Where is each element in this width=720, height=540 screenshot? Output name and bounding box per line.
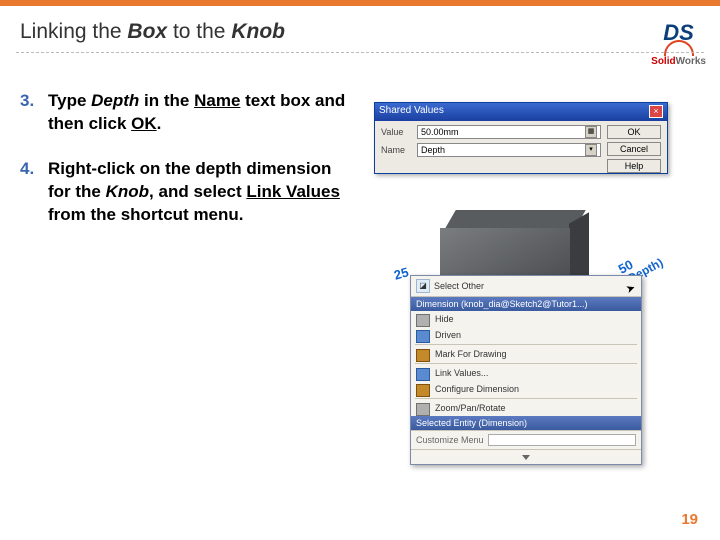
box-face-top [444, 210, 586, 230]
title-text: Linking the [20, 20, 127, 43]
separator [415, 398, 637, 399]
separator [415, 344, 637, 345]
select-other-label[interactable]: Select Other [434, 281, 636, 291]
step-text: Type Depth in the Name text box and then… [48, 90, 355, 136]
step-4: 4. Right-click on the depth dimension fo… [20, 158, 355, 227]
brand-logo: DS SolidWorks [651, 20, 706, 67]
slide-header: Linking the Box to the Knob DS SolidWork… [0, 6, 720, 64]
dimension-25[interactable]: 25 [392, 264, 410, 282]
chevron-down-icon [522, 455, 530, 460]
instructions: 3. Type Depth in the Name text box and t… [20, 90, 355, 249]
separator [415, 363, 637, 364]
expand-chevron[interactable] [411, 449, 641, 464]
chevron-down-icon[interactable]: ▾ [585, 144, 597, 156]
step-3: 3. Type Depth in the Name text box and t… [20, 90, 355, 136]
ds-logo-icon: DS [651, 20, 706, 46]
ctx-zoom-pan[interactable]: Zoom/Pan/Rotate [411, 400, 641, 416]
step-number: 3. [20, 90, 48, 136]
name-label: Name [381, 145, 411, 155]
ctx-driven[interactable]: Driven [411, 327, 641, 343]
step-text: Right-click on the depth dimension for t… [48, 158, 355, 227]
dialog-body: Value 50.00mm ▦ Name Depth ▾ OK Cancel H… [375, 121, 667, 177]
footer-field [488, 434, 636, 446]
logo-brand-text: SolidWorks [651, 56, 706, 67]
page-title: Linking the Box to the Knob [20, 20, 700, 44]
context-menu: ◪ Select Other Dimension (knob_dia@Sketc… [410, 275, 642, 465]
value-field[interactable]: 50.00mm ▦ [417, 125, 601, 139]
context-selected-header: Selected Entity (Dimension) [411, 416, 641, 430]
ctx-hide[interactable]: Hide [411, 311, 641, 327]
context-footer: Customize Menu [411, 430, 641, 449]
ctx-configure-dim[interactable]: Configure Dimension [411, 381, 641, 397]
context-header: Dimension (knob_dia@Sketch2@Tutor1...) [411, 297, 641, 311]
title-mid: to the [167, 20, 231, 43]
ok-button[interactable]: OK [607, 125, 661, 139]
dialog-title: Shared Values [379, 105, 444, 119]
close-icon[interactable]: × [649, 105, 663, 118]
value-label: Value [381, 127, 411, 137]
shared-values-dialog: Shared Values × Value 50.00mm ▦ Name Dep… [374, 102, 668, 174]
model-viewport: 25 50 (Depth) ◪ Select Other Dimension (… [374, 200, 668, 500]
ctx-mark-drawing[interactable]: Mark For Drawing [411, 346, 641, 362]
context-top-row: ◪ Select Other [411, 276, 641, 297]
spinner-icon[interactable]: ▦ [585, 126, 597, 138]
select-other-icon[interactable]: ◪ [416, 279, 430, 293]
cancel-button[interactable]: Cancel [607, 142, 661, 156]
title-box: Box [127, 20, 167, 43]
customize-label[interactable]: Customize Menu [416, 435, 484, 445]
name-field[interactable]: Depth ▾ [417, 143, 601, 157]
title-knob: Knob [231, 20, 285, 43]
header-divider [16, 52, 704, 53]
help-button[interactable]: Help [607, 159, 661, 173]
dialog-titlebar: Shared Values × [375, 103, 667, 121]
page-number: 19 [681, 511, 698, 528]
ctx-link-values[interactable]: Link Values... [411, 365, 641, 381]
step-number: 4. [20, 158, 48, 227]
